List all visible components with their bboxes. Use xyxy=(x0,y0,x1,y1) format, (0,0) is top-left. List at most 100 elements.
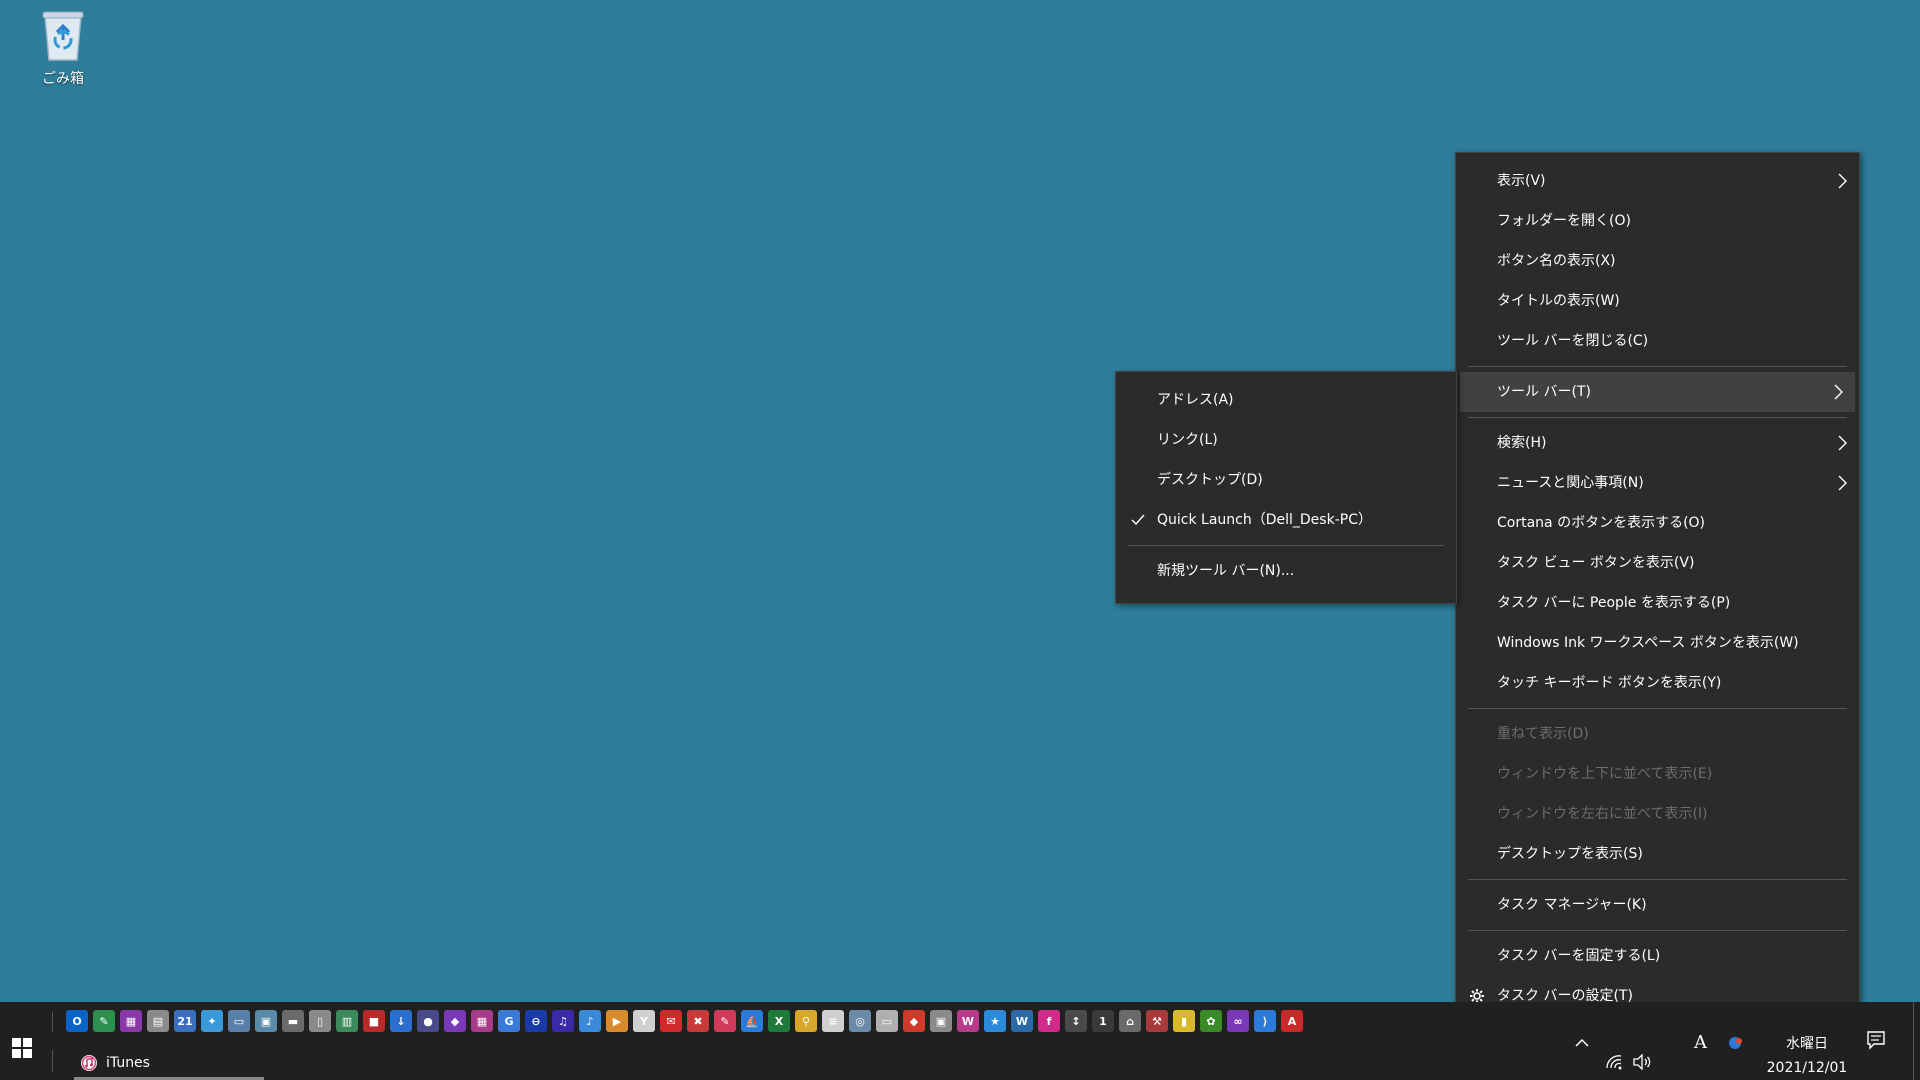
font-app-icon[interactable]: f xyxy=(1038,1010,1060,1032)
star-app-icon[interactable]: ★ xyxy=(984,1010,1006,1032)
menu-item-3[interactable]: ボタン名の表示(X) xyxy=(1456,241,1859,281)
desktop[interactable]: ごみ箱 表示(V) フォルダーを開く(O) ボタン名の表示(X) タイトルの表示(W)… xyxy=(0,0,1920,1080)
toolbar-divider[interactable] xyxy=(52,1012,53,1032)
media-icon[interactable]: ■ xyxy=(363,1010,385,1032)
file-icon[interactable]: ▯ xyxy=(309,1010,331,1032)
fax-icon[interactable]: ▣ xyxy=(255,1010,277,1032)
menu-item-label: タスク バーを固定する(L) xyxy=(1497,948,1661,964)
archive-icon[interactable]: ▣ xyxy=(930,1010,952,1032)
ime-indicator[interactable]: A xyxy=(1694,1032,1707,1053)
taskbar-item-itunes[interactable]: iTunes xyxy=(74,1046,264,1080)
speaker-icon xyxy=(1633,1053,1651,1071)
note-yellow-icon[interactable]: ▮ xyxy=(1173,1010,1195,1032)
submenu-item-label: 新規ツール バー(N)... xyxy=(1157,563,1295,579)
image-edit-icon[interactable]: ✎ xyxy=(714,1010,736,1032)
menu-item-6[interactable]: ツール バー(T) xyxy=(1460,372,1855,412)
hammer-icon[interactable]: ⚒ xyxy=(1146,1010,1168,1032)
menu-item-label: ボタン名の表示(X) xyxy=(1497,253,1616,269)
submenu-item-5[interactable]: 新規ツール バー(N)... xyxy=(1116,551,1456,591)
outlook-icon[interactable]: O xyxy=(66,1010,88,1032)
google-icon[interactable]: G xyxy=(498,1010,520,1032)
document-icon[interactable]: ≡ xyxy=(822,1010,844,1032)
house-icon[interactable]: ⌂ xyxy=(1119,1010,1141,1032)
menu-item-label: ツール バーを閉じる(C) xyxy=(1497,333,1649,349)
ruler-icon[interactable]: ↕ xyxy=(1065,1010,1087,1032)
show-desktop-button[interactable] xyxy=(1913,1002,1920,1080)
monitor-icon[interactable]: ▭ xyxy=(876,1010,898,1032)
block-icon[interactable]: ⊖ xyxy=(525,1010,547,1032)
menu-item-13[interactable]: タッチ キーボード ボタンを表示(Y) xyxy=(1456,663,1859,703)
submenu-item-1[interactable]: アドレス(A) xyxy=(1116,380,1456,420)
itunes-icon[interactable]: ♪ xyxy=(579,1010,601,1032)
menu-item-9[interactable]: Cortana のボタンを表示する(O) xyxy=(1456,503,1859,543)
menu-item-label: タッチ キーボード ボタンを表示(Y) xyxy=(1497,675,1722,691)
folder-icon[interactable]: ▤ xyxy=(147,1010,169,1032)
submenu-item-4[interactable]: Quick Launch（Dell_Desk-PC） xyxy=(1116,500,1456,540)
menu-item-label: タイトルの表示(W) xyxy=(1497,293,1620,309)
menu-item-7[interactable]: 検索(H) xyxy=(1456,423,1859,463)
doc-dark-icon[interactable]: 1 xyxy=(1092,1010,1114,1032)
video-icon[interactable]: ▶ xyxy=(606,1010,628,1032)
calendar-icon[interactable]: 21 xyxy=(174,1010,196,1032)
visual-studio-icon[interactable]: ∞ xyxy=(1227,1010,1249,1032)
gallery-icon[interactable]: ▦ xyxy=(471,1010,493,1032)
checkmark-icon xyxy=(1130,500,1146,540)
toolbar-divider[interactable] xyxy=(52,1050,53,1072)
wordpress-icon[interactable]: W xyxy=(1011,1010,1033,1032)
start-button[interactable] xyxy=(0,1028,44,1068)
taskbar-item-label: iTunes xyxy=(106,1055,150,1071)
scanner-icon[interactable]: ▭ xyxy=(228,1010,250,1032)
yahoo-icon[interactable]: Y xyxy=(633,1010,655,1032)
network-tray[interactable] xyxy=(1605,1054,1623,1074)
menu-separator xyxy=(1468,879,1847,880)
menu-item-label: Cortana のボタンを表示する(O) xyxy=(1497,515,1706,531)
key-icon[interactable]: ⚲ xyxy=(795,1010,817,1032)
menu-item-19[interactable]: タスク バーを固定する(L) xyxy=(1456,936,1859,976)
excel-icon[interactable]: X xyxy=(768,1010,790,1032)
action-center-button[interactable] xyxy=(1866,1030,1886,1054)
printer-icon[interactable]: ▬ xyxy=(282,1010,304,1032)
menu-separator xyxy=(1468,417,1847,418)
menu-item-11[interactable]: タスク バーに People を表示する(P) xyxy=(1456,583,1859,623)
chevron-right-icon xyxy=(1835,161,1849,201)
menu-item-10[interactable]: タスク ビュー ボタンを表示(V) xyxy=(1456,543,1859,583)
show-hidden-icons-button[interactable] xyxy=(1574,1034,1590,1053)
menu-item-4[interactable]: タイトルの表示(W) xyxy=(1456,281,1859,321)
pdf-icon[interactable]: A xyxy=(1281,1010,1303,1032)
recycle-bin[interactable]: ごみ箱 xyxy=(26,8,100,88)
vscode-icon[interactable]: ⟩ xyxy=(1254,1010,1276,1032)
submenu-item-2[interactable]: リンク(L) xyxy=(1116,420,1456,460)
menu-item-label: 重ねて表示(D) xyxy=(1497,726,1589,742)
menu-item-17[interactable]: デスクトップを表示(S) xyxy=(1456,834,1859,874)
submenu-item-3[interactable]: デスクトップ(D) xyxy=(1116,460,1456,500)
bird-icon[interactable]: ✦ xyxy=(201,1010,223,1032)
network-icon[interactable]: ◎ xyxy=(849,1010,871,1032)
photo-icon[interactable]: ▦ xyxy=(120,1010,142,1032)
pin-icon[interactable]: ● xyxy=(417,1010,439,1032)
menu-item-1[interactable]: 表示(V) xyxy=(1456,161,1859,201)
notes-icon[interactable]: ✎ xyxy=(93,1010,115,1032)
slides-icon[interactable]: ◆ xyxy=(903,1010,925,1032)
menu-item-2[interactable]: フォルダーを開く(O) xyxy=(1456,201,1859,241)
clock[interactable]: 水曜日 2021/12/01 xyxy=(1760,1032,1854,1080)
paint-icon[interactable]: ⛵ xyxy=(741,1010,763,1032)
menu-item-12[interactable]: Windows Ink ワークスペース ボタンを表示(W) xyxy=(1456,623,1859,663)
menu-item-5[interactable]: ツール バーを閉じる(C) xyxy=(1456,321,1859,361)
volume-tray[interactable] xyxy=(1632,1053,1652,1074)
book-icon[interactable]: ◆ xyxy=(444,1010,466,1032)
download-icon[interactable]: ↓ xyxy=(390,1010,412,1032)
submenu-item-label: Quick Launch（Dell_Desk-PC） xyxy=(1157,512,1372,528)
menu-item-8[interactable]: ニュースと関心事項(N) xyxy=(1456,463,1859,503)
plant-icon[interactable]: ✿ xyxy=(1200,1010,1222,1032)
taskbar: O ✎ ▦ ▤ 21 ✦ ▭ ▣ ▬ ▯ ▥ ■ ↓ ● ◆ ▦ G ⊖ ♫ ♪ ▶ Y ✉ ✖ ✎ ⛵ X ⚲ ≡ ◎ ▭ ◆ ▣ W ★ Wf ↕ 1… xyxy=(0,1002,1920,1080)
chart-tool-icon[interactable]: ▥ xyxy=(336,1010,358,1032)
chevron-up-icon xyxy=(1575,1038,1589,1047)
mail-icon[interactable]: ✉ xyxy=(660,1010,682,1032)
chevron-right-icon xyxy=(1831,372,1845,412)
menu-item-18[interactable]: タスク マネージャー(K) xyxy=(1456,885,1859,925)
tool-red-icon[interactable]: ✖ xyxy=(687,1010,709,1032)
music-app-icon[interactable]: ♫ xyxy=(552,1010,574,1032)
toolbar-submenu: アドレス(A) リンク(L) デスクトップ(D) Quick Launch（Dell_… xyxy=(1115,371,1457,604)
w-app-icon[interactable]: W xyxy=(957,1010,979,1032)
cortana-tray[interactable] xyxy=(1727,1034,1745,1056)
